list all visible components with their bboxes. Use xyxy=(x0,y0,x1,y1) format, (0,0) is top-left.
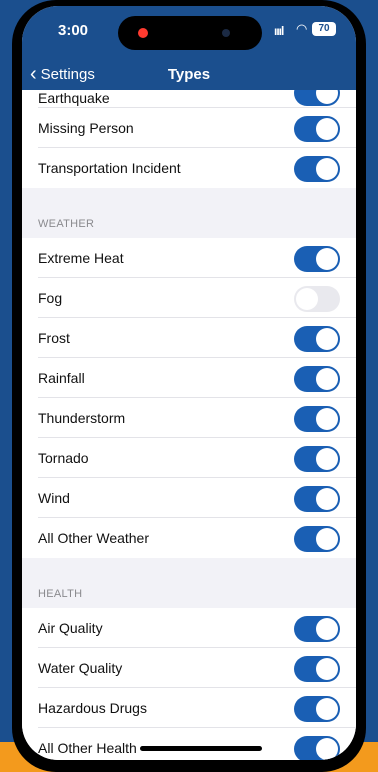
toggle-knob xyxy=(316,328,338,350)
toggle-knob xyxy=(316,528,338,550)
toggle-knob xyxy=(316,90,338,104)
toggle-switch[interactable] xyxy=(294,286,340,312)
list-item: Fog xyxy=(22,278,356,318)
toggle-knob xyxy=(316,248,338,270)
list-item: All Other Weather xyxy=(22,518,356,558)
toggle-switch[interactable] xyxy=(294,696,340,722)
item-label: Earthquake xyxy=(38,90,110,106)
item-label: All Other Weather xyxy=(38,530,150,546)
group-general: Earthquake Missing Person Transportation… xyxy=(22,90,356,188)
navigation-bar: ‹ Settings Types xyxy=(22,60,356,90)
status-bar: 3:00 ıııl ◠ 70 xyxy=(22,6,356,60)
toggle-switch[interactable] xyxy=(294,366,340,392)
toggle-knob xyxy=(316,118,338,140)
dynamic-island xyxy=(118,16,262,50)
list-item: Wind xyxy=(22,478,356,518)
item-label: Transportation Incident xyxy=(38,160,181,176)
toggle-knob xyxy=(296,288,318,310)
section-header-weather: WEATHER xyxy=(22,188,356,238)
status-time: 3:00 xyxy=(58,22,89,39)
list-item: Extreme Heat xyxy=(22,238,356,278)
list-item: Frost xyxy=(22,318,356,358)
toggle-knob xyxy=(316,488,338,510)
group-weather: Extreme Heat Fog Frost Rainfall Thunders… xyxy=(22,238,356,558)
list-item: Transportation Incident xyxy=(22,148,356,188)
item-label: Missing Person xyxy=(38,120,134,136)
list-item: Water Quality xyxy=(22,648,356,688)
page-title: Types xyxy=(167,66,211,83)
group-health: Air Quality Water Quality Hazardous Drug… xyxy=(22,608,356,760)
toggle-knob xyxy=(316,408,338,430)
toggle-switch[interactable] xyxy=(294,736,340,760)
toggle-switch[interactable] xyxy=(294,406,340,432)
phone-frame: 3:00 ıııl ◠ 70 ‹ Settings Types Earthqua… xyxy=(12,0,366,772)
toggle-knob xyxy=(316,738,338,760)
toggle-switch[interactable] xyxy=(294,446,340,472)
toggle-switch[interactable] xyxy=(294,246,340,272)
section-header-health: HEALTH xyxy=(22,558,356,608)
phone-screen: 3:00 ıııl ◠ 70 ‹ Settings Types Earthqua… xyxy=(22,6,356,760)
toggle-knob xyxy=(316,368,338,390)
recording-dot-icon xyxy=(138,28,148,38)
list-item: Air Quality xyxy=(22,608,356,648)
camera-icon xyxy=(222,29,230,37)
settings-list[interactable]: Earthquake Missing Person Transportation… xyxy=(22,90,356,760)
toggle-switch[interactable] xyxy=(294,156,340,182)
item-label: Air Quality xyxy=(38,620,103,636)
item-label: Fog xyxy=(38,290,63,306)
toggle-switch[interactable] xyxy=(294,656,340,682)
home-indicator[interactable] xyxy=(140,746,262,751)
toggle-switch[interactable] xyxy=(294,486,340,512)
list-item: All Other Health xyxy=(22,728,356,760)
toggle-switch[interactable] xyxy=(294,326,340,352)
toggle-knob xyxy=(316,448,338,470)
item-label: All Other Health xyxy=(38,740,137,756)
item-label: Hazardous Drugs xyxy=(38,700,147,716)
list-item: Tornado xyxy=(22,438,356,478)
section-header-label: HEALTH xyxy=(38,588,83,600)
wifi-icon: ◠ xyxy=(296,21,308,36)
toggle-switch[interactable] xyxy=(294,116,340,142)
toggle-knob xyxy=(316,698,338,720)
list-item: Hazardous Drugs xyxy=(22,688,356,728)
item-label: Frost xyxy=(38,330,70,346)
item-label: Wind xyxy=(38,490,70,506)
toggle-knob xyxy=(316,658,338,680)
signal-icon: ıııl xyxy=(274,24,284,38)
toggle-switch[interactable] xyxy=(294,616,340,642)
item-label: Water Quality xyxy=(38,660,123,676)
item-label: Extreme Heat xyxy=(38,250,124,266)
list-item: Thunderstorm xyxy=(22,398,356,438)
section-header-label: WEATHER xyxy=(38,218,95,230)
item-label: Thunderstorm xyxy=(38,410,126,426)
list-item: Earthquake xyxy=(22,90,356,108)
toggle-switch[interactable] xyxy=(294,526,340,552)
list-item: Rainfall xyxy=(22,358,356,398)
item-label: Tornado xyxy=(38,450,89,466)
toggle-knob xyxy=(316,618,338,640)
battery-icon: 70 xyxy=(312,22,336,36)
toggle-knob xyxy=(316,158,338,180)
background-right xyxy=(364,0,378,772)
toggle-switch[interactable] xyxy=(294,90,340,106)
list-item: Missing Person xyxy=(22,108,356,148)
item-label: Rainfall xyxy=(38,370,85,386)
